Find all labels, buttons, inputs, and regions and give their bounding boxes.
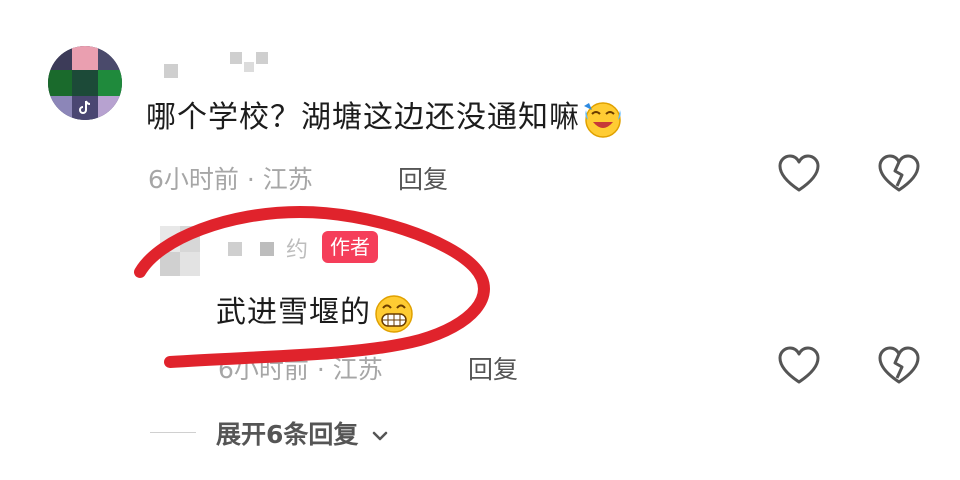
author-badge: 作者 (322, 231, 378, 263)
meta-separator: · (246, 165, 255, 194)
comment-text[interactable]: 武进雪堰的 (216, 287, 415, 335)
grinning-emoji-icon (375, 294, 413, 333)
reply-button[interactable]: 回复 (468, 350, 518, 386)
comment-time: 6小时前 (148, 165, 239, 194)
dislike-broken-heart-icon[interactable] (878, 346, 920, 386)
expand-divider (150, 432, 196, 433)
expand-replies-label: 展开6条回复 (216, 420, 359, 449)
comment-text[interactable]: 哪个学校？湖塘这边还没通知嘛 (146, 92, 624, 140)
tiktok-icon (79, 100, 91, 114)
avatar[interactable] (48, 46, 122, 120)
laughing-crying-emoji-icon (584, 101, 621, 138)
reply-button[interactable]: 回复 (398, 160, 448, 196)
comment-text-content: 武进雪堰的 (216, 295, 371, 330)
username-obscured[interactable] (160, 52, 280, 80)
comment-time: 6小时前 (218, 355, 309, 384)
like-heart-icon[interactable] (778, 154, 820, 194)
comment-meta: 6小时前 · 江苏 (148, 160, 313, 196)
like-heart-icon[interactable] (778, 346, 820, 386)
dislike-broken-heart-icon[interactable] (878, 154, 920, 194)
username-fragment: 约 (286, 238, 309, 263)
chevron-down-icon (372, 431, 388, 441)
comment-meta: 6小时前 · 江苏 (218, 350, 383, 386)
red-annotation-circle (134, 206, 490, 368)
author-avatar[interactable] (160, 226, 200, 276)
meta-separator: · (316, 355, 325, 384)
comment-location: 江苏 (262, 165, 313, 194)
comment-text-content: 哪个学校？湖塘这边还没通知嘛 (146, 100, 580, 135)
comment-location: 江苏 (332, 355, 383, 384)
expand-replies-button[interactable]: 展开6条回复 (216, 415, 389, 451)
